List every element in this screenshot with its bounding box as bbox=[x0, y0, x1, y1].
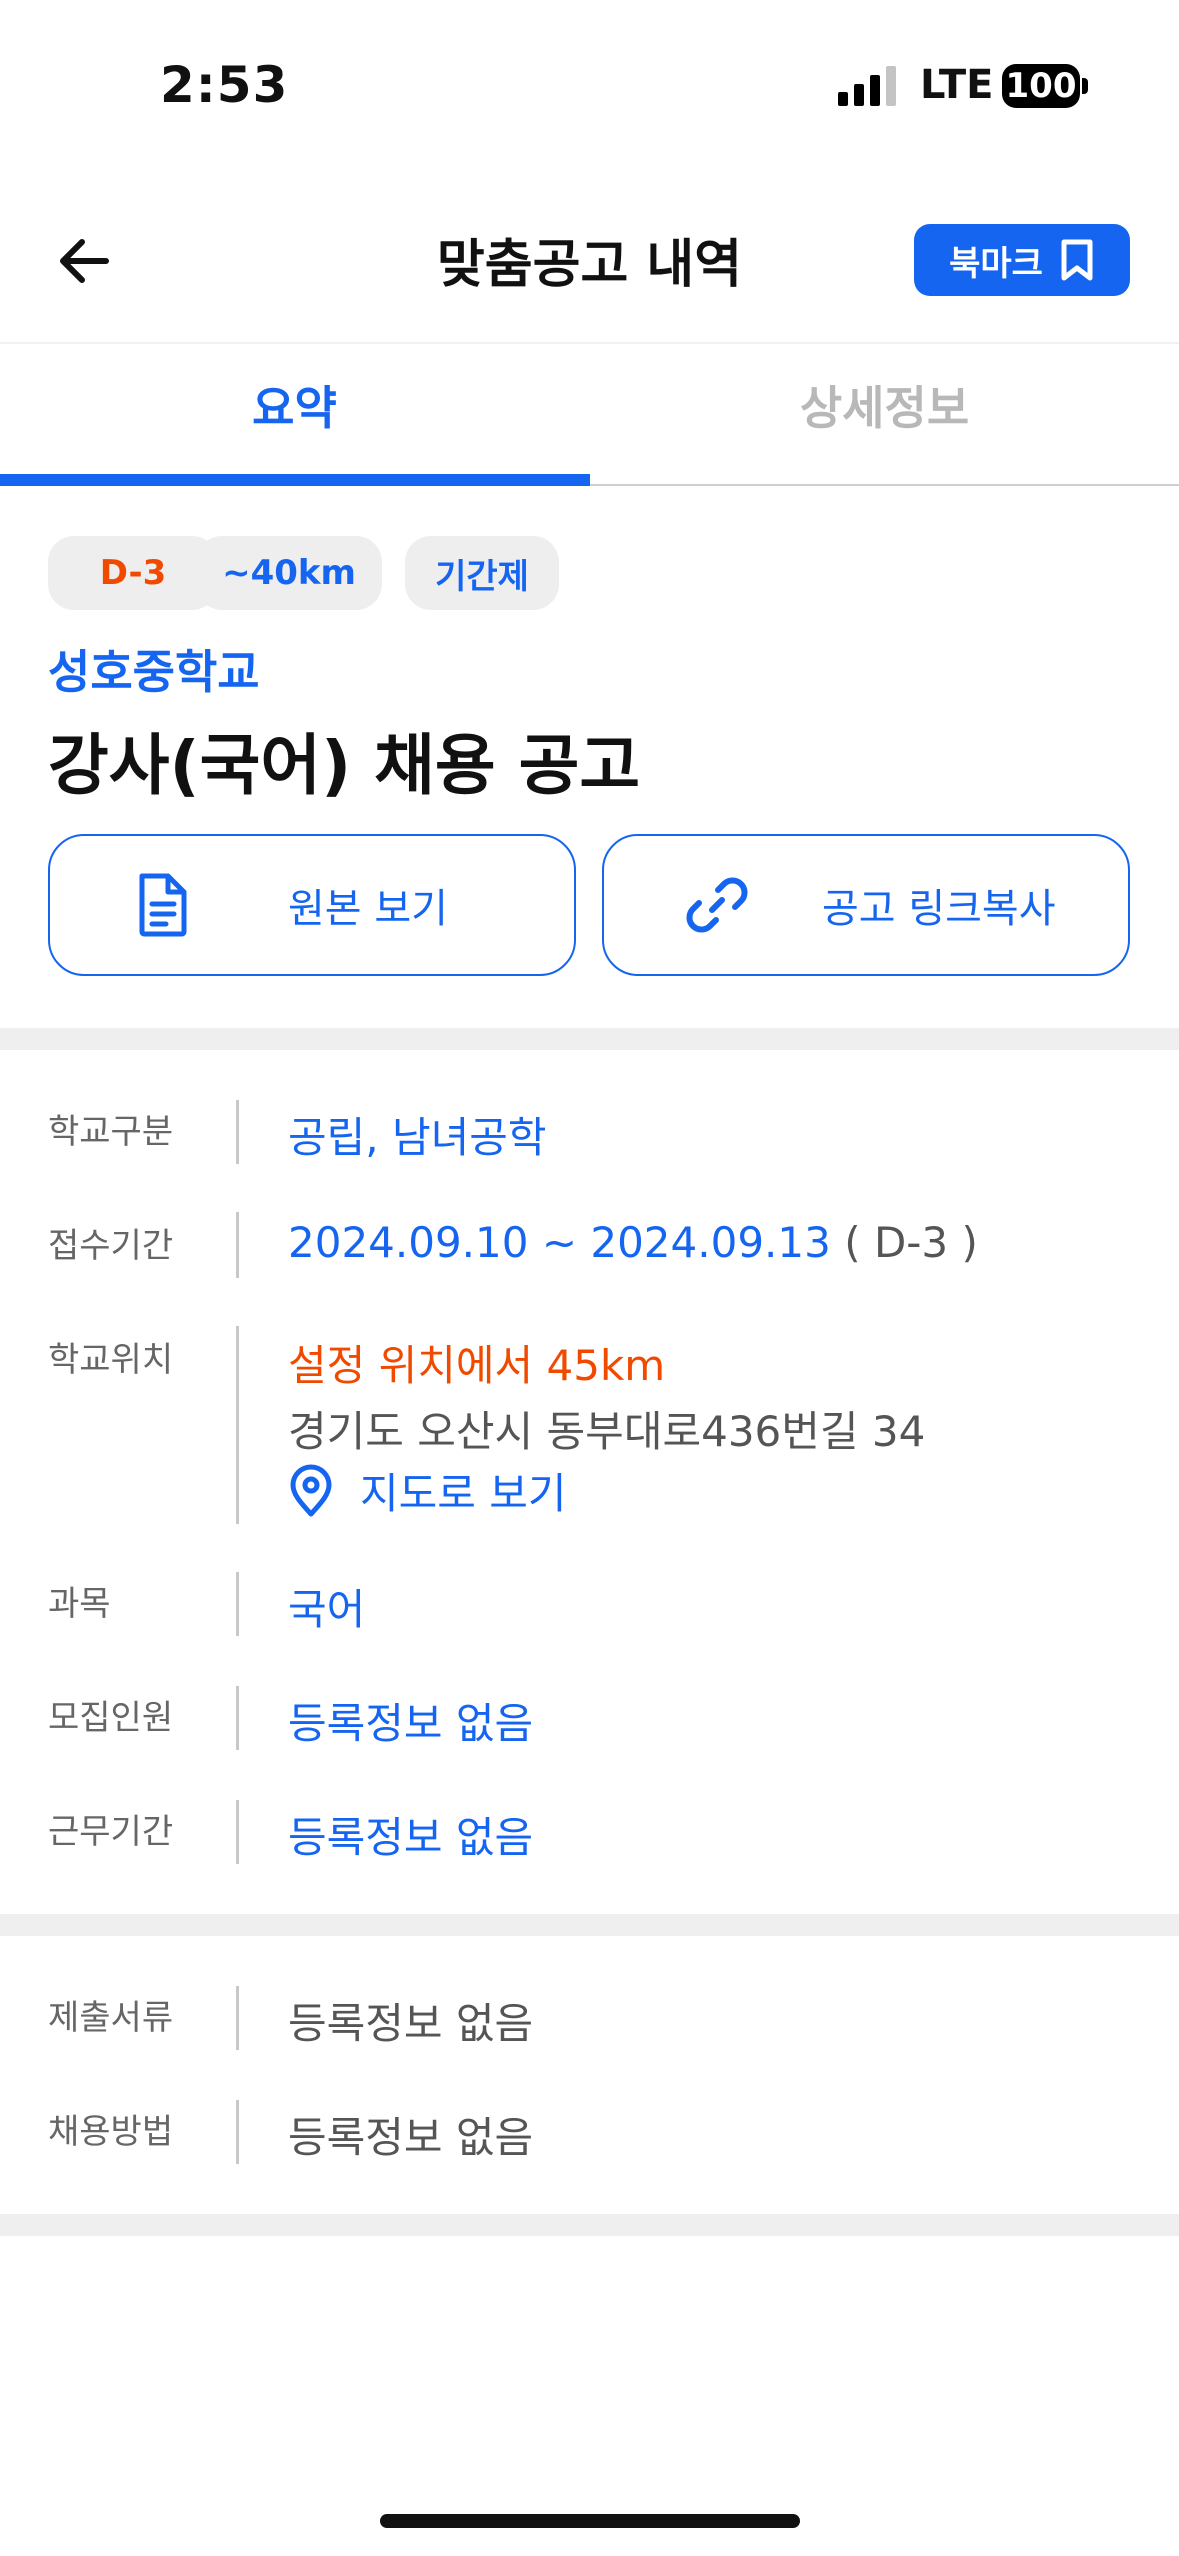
home-indicator[interactable] bbox=[380, 2514, 800, 2528]
view-map-label: 지도로 보기 bbox=[360, 1469, 567, 1518]
view-map-link[interactable]: 지도로 보기 bbox=[288, 1460, 567, 1521]
tab-summary[interactable]: 요약 bbox=[0, 372, 589, 482]
method-value: 등록정보 없음 bbox=[288, 2113, 534, 2162]
view-original-label: 원본 보기 bbox=[288, 886, 448, 932]
subject-label: 과목 bbox=[48, 1584, 111, 1624]
work-period-value: 등록정보 없음 bbox=[288, 1813, 534, 1862]
documents-value: 등록정보 없음 bbox=[288, 1999, 534, 2048]
school-type-label: 학교구분 bbox=[48, 1112, 174, 1152]
network-type: LTE bbox=[920, 62, 994, 108]
employment-type-tag: 기간제 bbox=[405, 536, 559, 610]
copy-link-label: 공고 링크복사 bbox=[822, 886, 1056, 932]
recruits-value: 등록정보 없음 bbox=[288, 1699, 534, 1748]
recruits-label: 모집인원 bbox=[48, 1698, 174, 1738]
period-label: 접수기간 bbox=[48, 1226, 174, 1266]
row-divider bbox=[236, 1986, 239, 2050]
tab-detail[interactable]: 상세정보 bbox=[590, 372, 1179, 482]
distance-tag: ~40km bbox=[196, 536, 382, 610]
document-icon bbox=[139, 873, 187, 937]
method-label: 채용방법 bbox=[48, 2112, 174, 2152]
row-divider bbox=[236, 1572, 239, 1636]
location-label: 학교위치 bbox=[48, 1340, 174, 1380]
bookmark-button[interactable]: 북마크 bbox=[914, 224, 1130, 296]
dday-tag: D-3 bbox=[48, 536, 218, 610]
header-divider bbox=[0, 342, 1179, 344]
row-divider bbox=[236, 1100, 239, 1164]
map-pin-icon bbox=[290, 1464, 332, 1516]
battery-icon: 100 bbox=[1002, 64, 1080, 108]
row-divider bbox=[236, 2100, 239, 2164]
battery-tip bbox=[1082, 78, 1088, 94]
location-distance: 설정 위치에서 45km bbox=[288, 1341, 666, 1390]
tab-active-indicator bbox=[0, 474, 590, 486]
row-divider bbox=[236, 1212, 239, 1278]
job-title: 강사(국어) 채용 공고 bbox=[48, 727, 641, 804]
copy-link-button[interactable]: 공고 링크복사 bbox=[602, 834, 1130, 976]
cellular-signal-icon bbox=[838, 66, 896, 106]
link-icon bbox=[686, 877, 748, 933]
status-time: 2:53 bbox=[160, 56, 289, 114]
bookmark-icon bbox=[1061, 239, 1093, 281]
school-type-value: 공립, 남녀공학 bbox=[288, 1113, 547, 1162]
section-separator bbox=[0, 1914, 1179, 1936]
row-divider bbox=[236, 1800, 239, 1864]
location-address: 경기도 오산시 동부대로436번길 34 bbox=[288, 1407, 926, 1456]
section-separator bbox=[0, 1028, 1179, 1050]
view-original-button[interactable]: 원본 보기 bbox=[48, 834, 576, 976]
row-divider bbox=[236, 1326, 239, 1524]
period-dday: ( D-3 ) bbox=[844, 1218, 978, 1267]
school-name: 성호중학교 bbox=[48, 645, 260, 699]
subject-value: 국어 bbox=[288, 1585, 366, 1634]
bookmark-label: 북마크 bbox=[949, 243, 1043, 284]
documents-label: 제출서류 bbox=[48, 1998, 174, 2038]
work-period-label: 근무기간 bbox=[48, 1812, 174, 1852]
period-value: 2024.09.10 ~ 2024.09.13 ( D-3 ) bbox=[288, 1218, 978, 1267]
row-divider bbox=[236, 1686, 239, 1750]
section-separator bbox=[0, 2214, 1179, 2236]
